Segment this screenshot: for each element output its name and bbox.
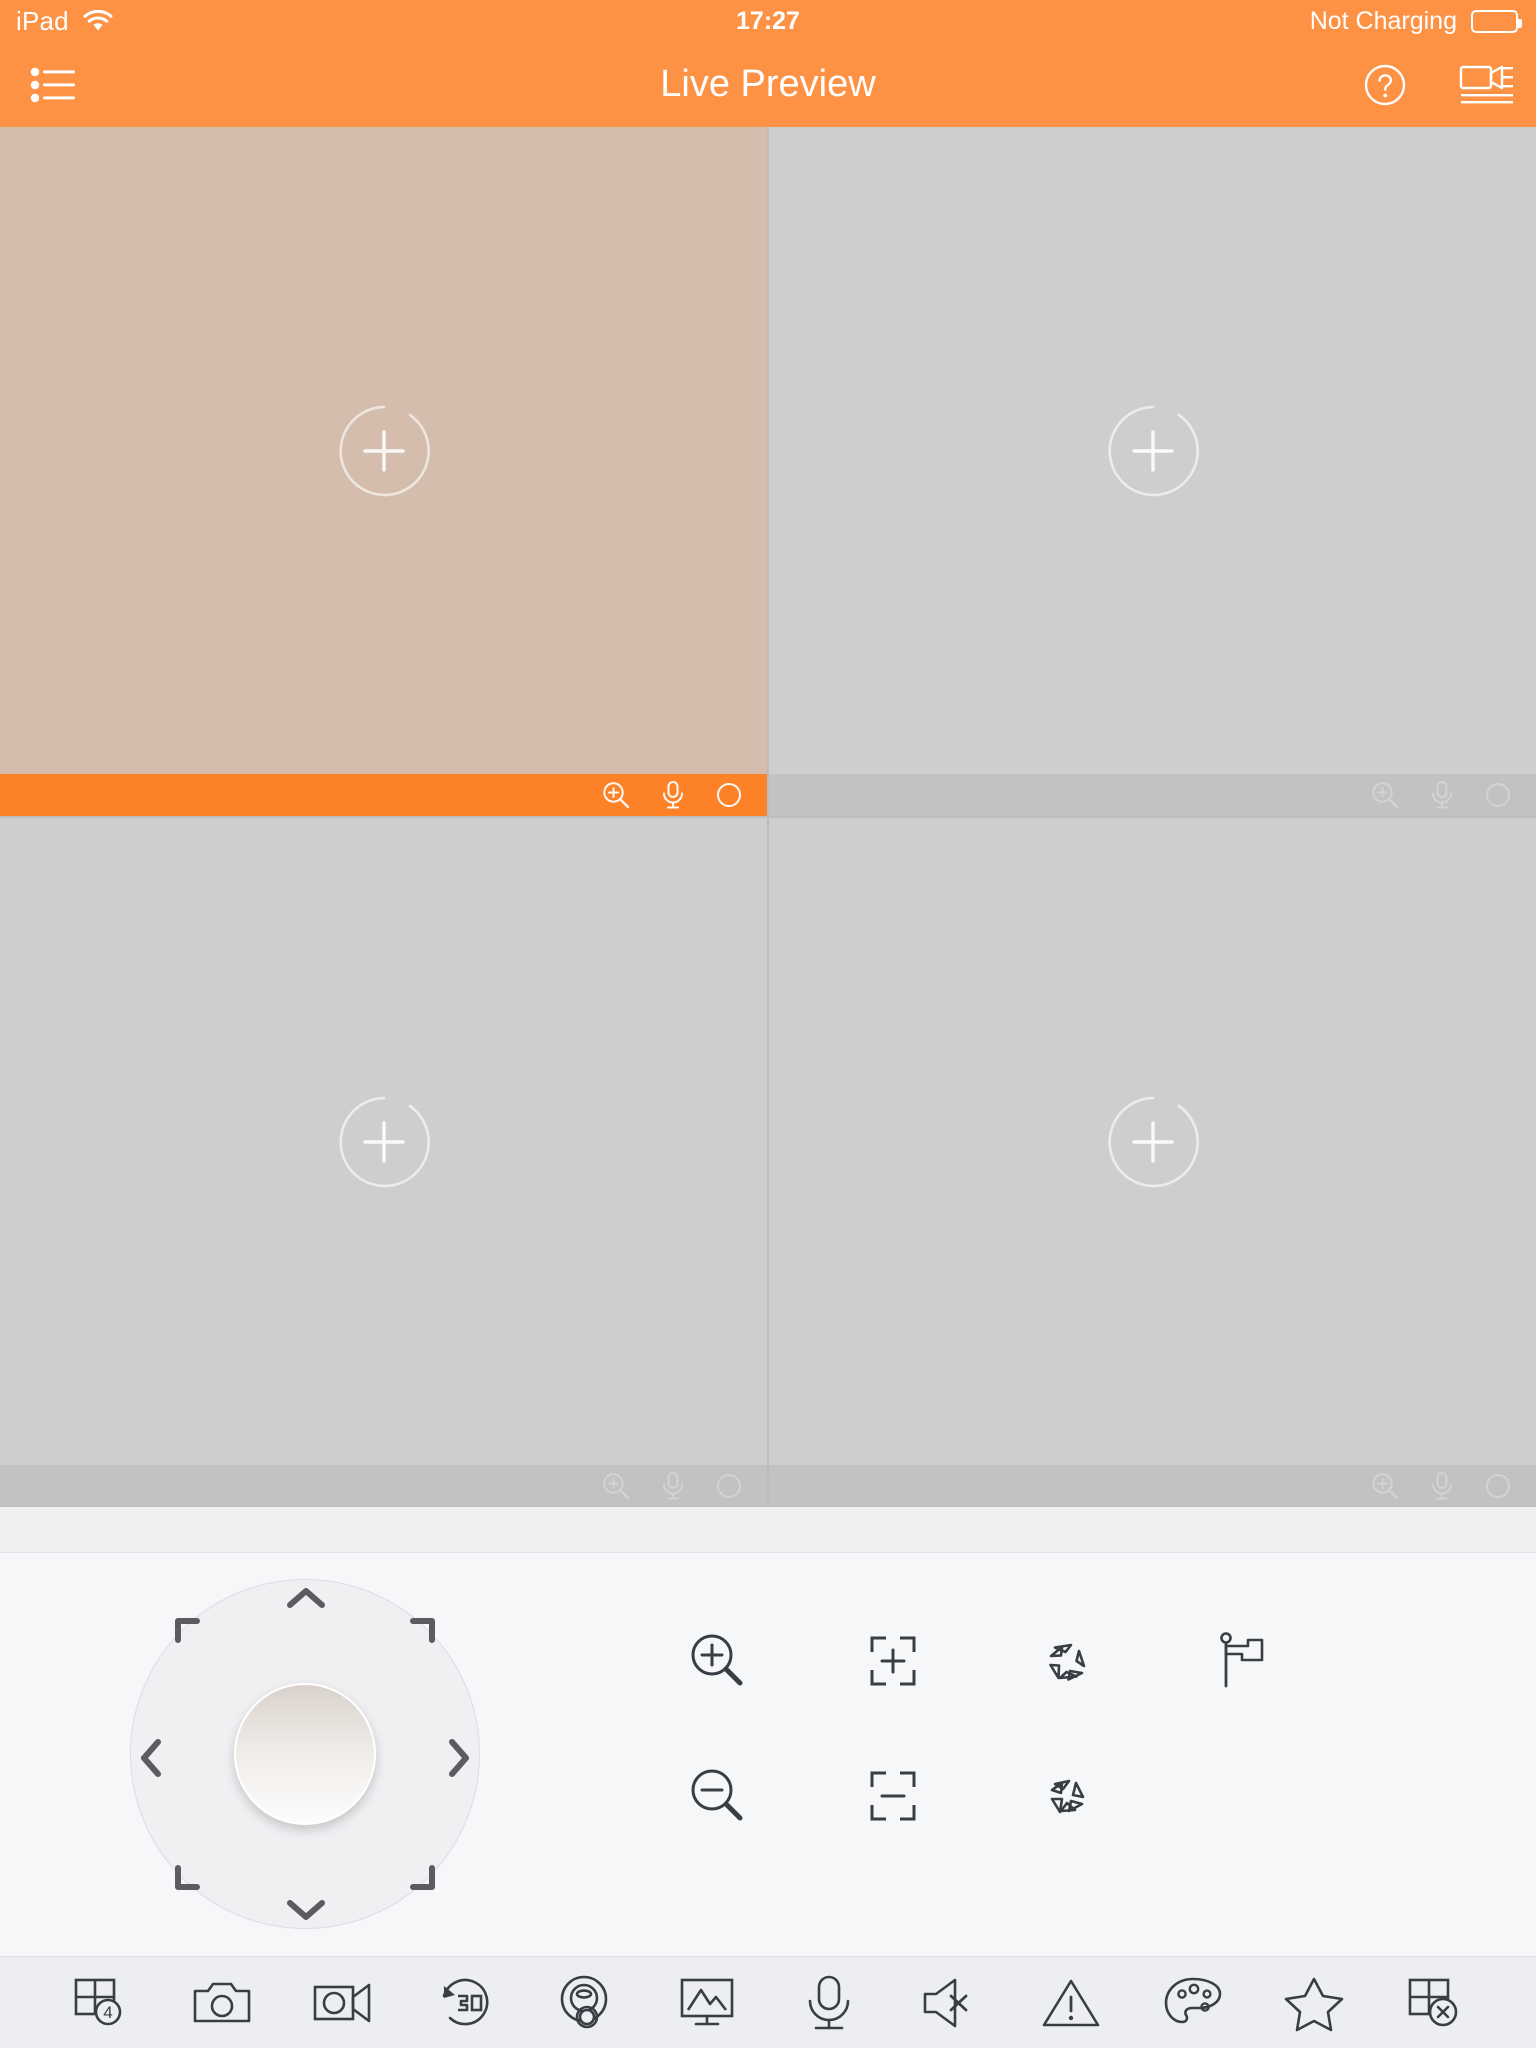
ptz-up-left-arrow[interactable] [175, 1618, 205, 1648]
digital-zoom-icon[interactable] [1370, 1471, 1400, 1501]
microphone-icon[interactable] [1428, 780, 1456, 810]
video-tile-screen[interactable] [769, 818, 1536, 1465]
battery-icon [1471, 9, 1522, 33]
help-circle-icon[interactable] [1362, 62, 1408, 108]
focus-in-icon [862, 1630, 924, 1692]
ptz-right-arrow[interactable] [447, 1738, 471, 1778]
ptz-joystick[interactable] [130, 1579, 480, 1929]
navigation-bar: Live Preview [0, 42, 1536, 127]
microphone-icon[interactable] [659, 780, 687, 810]
video-tile-toolbar [0, 774, 767, 816]
zoom-in-icon [687, 1630, 749, 1692]
bottom-toolbar: 4 [0, 1956, 1536, 2048]
zoom-in-button[interactable] [630, 1593, 805, 1728]
video-tile[interactable] [769, 127, 1536, 816]
layout-button[interactable]: 4 [59, 1961, 143, 2045]
close-all-button[interactable] [1393, 1961, 1477, 2045]
add-camera-icon[interactable] [335, 402, 433, 500]
layout-badge: 4 [103, 2003, 112, 2022]
battery-status-text: Not Charging [1309, 6, 1457, 35]
video-tile[interactable] [769, 818, 1536, 1507]
video-tile-screen[interactable] [0, 818, 767, 1465]
record-icon[interactable] [1484, 781, 1512, 809]
digital-zoom-icon[interactable] [1370, 780, 1400, 810]
grid-close-icon [1404, 1972, 1466, 2034]
mute-button[interactable] [908, 1961, 992, 2045]
panel-separator [0, 1507, 1536, 1552]
camera-list-icon[interactable] [1458, 62, 1514, 108]
ptz-up-right-arrow[interactable] [405, 1618, 435, 1648]
ptz-up-arrow[interactable] [286, 1586, 326, 1610]
ptz-down-arrow[interactable] [286, 1898, 326, 1922]
page-title: Live Preview [660, 63, 876, 105]
add-camera-icon[interactable] [1104, 1093, 1202, 1191]
ptz-button[interactable] [544, 1961, 628, 2045]
video-camera-icon [311, 1977, 375, 2029]
speaker-mute-icon [919, 1975, 981, 2031]
video-tile-screen[interactable] [0, 127, 767, 774]
two-way-audio-button[interactable] [787, 1961, 871, 2045]
microphone-icon [802, 1973, 856, 2033]
microphone-icon[interactable] [1428, 1471, 1456, 1501]
favorites-button[interactable] [1272, 1961, 1356, 2045]
video-tile[interactable] [0, 818, 767, 1507]
zoom-out-button[interactable] [630, 1728, 805, 1863]
joystick-knob[interactable] [234, 1683, 376, 1825]
iris-close-icon [1038, 1766, 1098, 1826]
ptz-button-grid [630, 1593, 1330, 1863]
status-bar: iPad 17:27 Not Charging [0, 0, 1536, 42]
video-tile[interactable] [0, 127, 767, 816]
star-icon [1283, 1974, 1345, 2032]
alarm-output-button[interactable] [1029, 1961, 1113, 2045]
video-tile-toolbar [769, 1465, 1536, 1507]
iris-open-button[interactable] [980, 1593, 1155, 1728]
ptz-control-panel [0, 1552, 1536, 1956]
ptz-camera-icon [555, 1972, 617, 2034]
focus-far-button[interactable] [805, 1728, 980, 1863]
monitor-image-icon [676, 1974, 738, 2032]
ptz-down-left-arrow[interactable] [175, 1860, 205, 1890]
navbar-actions [1362, 62, 1514, 108]
iris-open-icon [1038, 1631, 1098, 1691]
add-camera-icon[interactable] [335, 1093, 433, 1191]
record-button[interactable] [301, 1961, 385, 2045]
ptz-button-row-bottom [630, 1728, 1330, 1863]
live-preview-grid [0, 127, 1536, 1507]
status-bar-clock: 17:27 [736, 6, 800, 35]
focus-near-button[interactable] [805, 1593, 980, 1728]
ptz-button-row-top [630, 1593, 1330, 1728]
video-tile-toolbar [0, 1465, 767, 1507]
video-tile-container [0, 127, 1536, 1507]
zoom-out-icon [687, 1765, 749, 1827]
add-camera-icon[interactable] [1104, 402, 1202, 500]
flag-preset-icon [1215, 1630, 1271, 1692]
snapshot-button[interactable] [180, 1961, 264, 2045]
instant-playback-button[interactable] [423, 1961, 507, 2045]
video-tile-screen[interactable] [769, 127, 1536, 774]
record-icon[interactable] [715, 1472, 743, 1500]
ptz-left-arrow[interactable] [139, 1738, 163, 1778]
iris-close-button[interactable] [980, 1728, 1155, 1863]
preset-button[interactable] [1155, 1593, 1330, 1728]
digital-zoom-icon[interactable] [601, 780, 631, 810]
palette-icon [1162, 1974, 1224, 2032]
warning-triangle-icon [1040, 1975, 1102, 2031]
color-settings-button[interactable] [1151, 1961, 1235, 2045]
rewind-30-icon [434, 1974, 496, 2032]
image-display-button[interactable] [665, 1961, 749, 2045]
record-icon[interactable] [1484, 1472, 1512, 1500]
digital-zoom-icon[interactable] [601, 1471, 631, 1501]
video-tile-toolbar [769, 774, 1536, 816]
microphone-icon[interactable] [659, 1471, 687, 1501]
focus-out-icon [862, 1765, 924, 1827]
status-bar-right: Not Charging [1309, 6, 1522, 36]
record-icon[interactable] [715, 781, 743, 809]
grid-layout-icon: 4 [70, 1972, 132, 2034]
ptz-down-right-arrow[interactable] [405, 1860, 435, 1890]
ptz-empty-slot [1155, 1728, 1330, 1863]
camera-icon [191, 1975, 253, 2031]
